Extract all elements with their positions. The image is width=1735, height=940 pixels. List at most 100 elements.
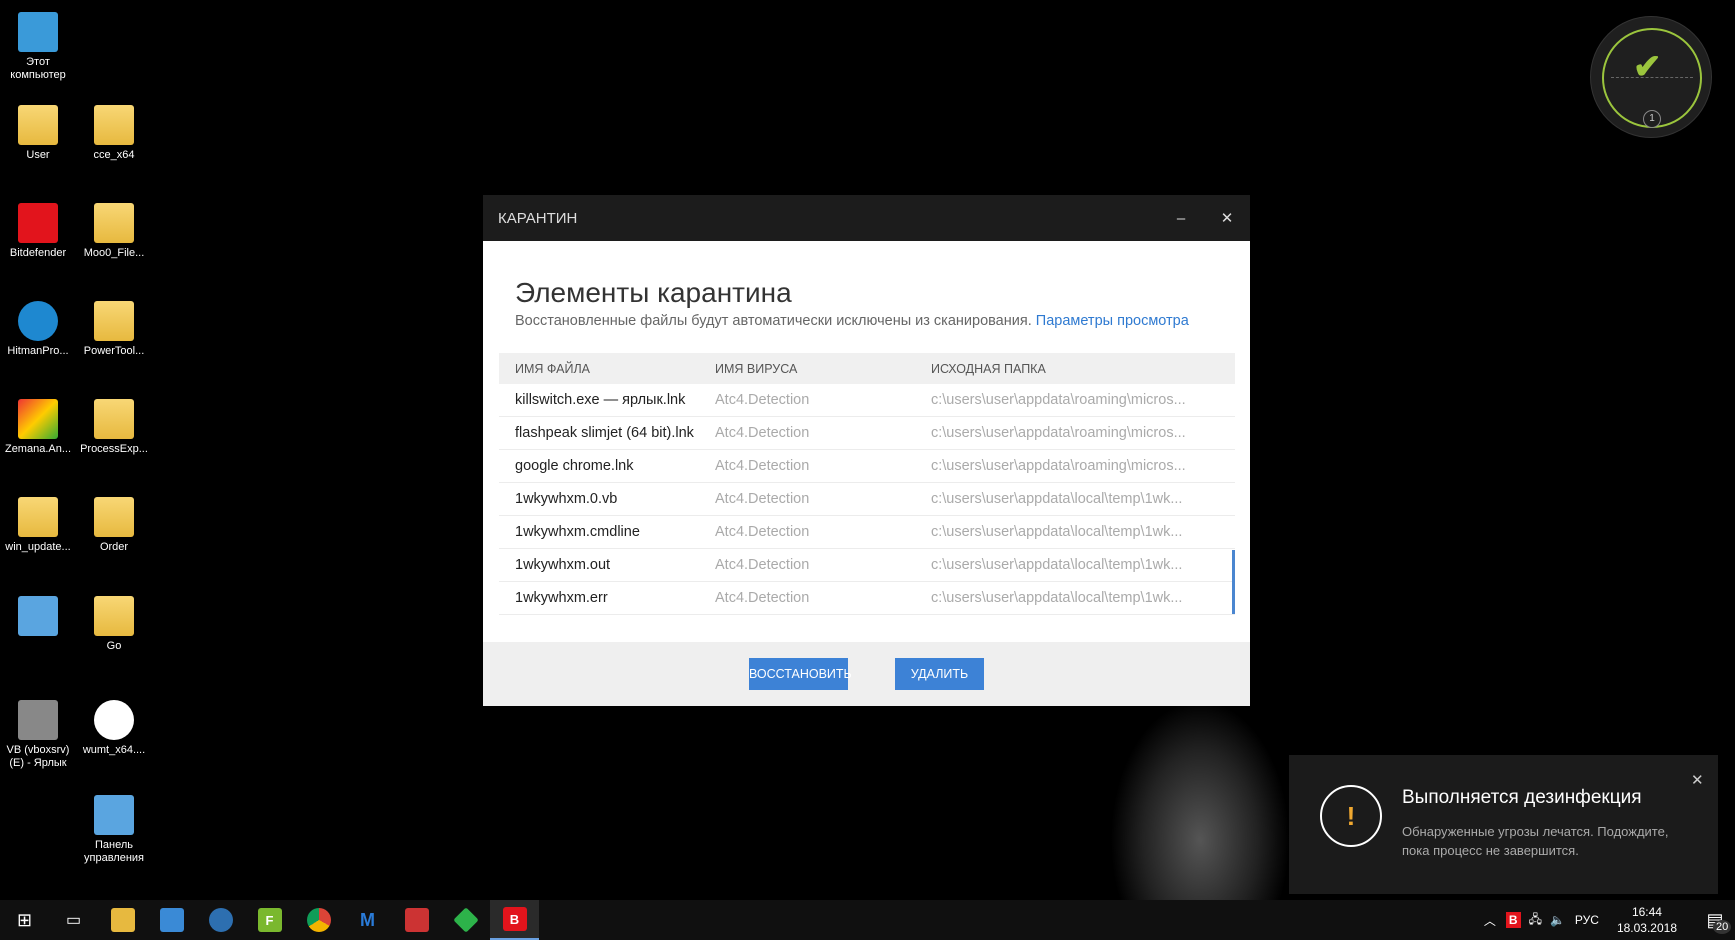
bitdefender-tray-icon[interactable]: B bbox=[1505, 912, 1521, 928]
table-row[interactable]: flashpeak slimjet (64 bit).lnk Atc4.Detec… bbox=[499, 417, 1235, 450]
globe-icon bbox=[208, 908, 233, 932]
desktop-icon[interactable]: wumt_x64.... bbox=[76, 700, 152, 757]
date: 18.03.2018 bbox=[1616, 921, 1677, 935]
desktop-icon[interactable]: Go bbox=[76, 596, 152, 653]
dialog-titlebar: КАРАНТИН – ✕ bbox=[483, 195, 1250, 241]
origin-folder-cell: c:\users\user\appdata\local\temp\1wk... bbox=[931, 590, 1183, 606]
toast-close-button[interactable]: ✕ bbox=[1691, 771, 1704, 789]
desktop-icon-label: wumt_x64.... bbox=[82, 744, 146, 756]
column-header-virus[interactable]: ИМЯ ВИРУСА bbox=[715, 362, 931, 376]
desktop-icon[interactable]: User bbox=[0, 105, 76, 162]
page-title: Элементы карантина bbox=[515, 277, 792, 308]
volume-icon[interactable]: 🔈 bbox=[1550, 913, 1565, 927]
scrollbar[interactable] bbox=[1232, 550, 1235, 614]
virus-name-cell: Atc4.Detection bbox=[715, 458, 810, 474]
table-row[interactable]: killswitch.exe — ярлык.lnk Atc4.Detection… bbox=[499, 384, 1235, 417]
filename-cell: 1wkywhxm.err bbox=[515, 590, 608, 606]
folder-icon bbox=[94, 105, 134, 145]
virus-name-cell: Atc4.Detection bbox=[715, 392, 810, 408]
network-icon[interactable]: 🖧 bbox=[1529, 910, 1542, 931]
taskbar: ⊞ ▭ F M B ︿ B 🖧 🔈 РУС 16:44 18.03.2018 ▤ 2… bbox=[0, 900, 1735, 940]
wumt-icon bbox=[94, 700, 134, 740]
pc-icon bbox=[18, 12, 58, 52]
desktop-icon[interactable] bbox=[0, 596, 76, 640]
table-row[interactable]: 1wkywhxm.out Atc4.Detection c:\users\user\… bbox=[499, 549, 1235, 582]
notification-toast[interactable]: ! Выполняется дезинфекция Обнаруженные у… bbox=[1289, 755, 1718, 894]
chrome-icon bbox=[306, 908, 331, 932]
clock[interactable]: 16:44 18.03.2018 bbox=[1617, 904, 1677, 936]
origin-folder-cell: c:\users\user\appdata\local\temp\1wk... bbox=[931, 557, 1183, 573]
dialog-title: КАРАНТИН bbox=[498, 209, 578, 227]
desktop-icon[interactable]: Order bbox=[76, 497, 152, 554]
start-button[interactable]: ⊞ bbox=[0, 900, 49, 940]
delete-button[interactable]: УДАЛИТЬ bbox=[895, 658, 984, 690]
filename-cell: 1wkywhxm.0.vb bbox=[515, 491, 618, 507]
action-center-button[interactable]: ▤ 20 bbox=[1695, 910, 1735, 934]
computer-icon bbox=[159, 908, 184, 932]
desktop-icon[interactable]: Moo0_File... bbox=[76, 203, 152, 260]
warning-icon: ! bbox=[1320, 785, 1382, 847]
origin-folder-cell: c:\users\user\appdata\roaming\micros... bbox=[931, 425, 1186, 441]
folder-icon bbox=[94, 497, 134, 537]
subtitle: Восстановленные файлы будут автоматическ… bbox=[515, 313, 1189, 329]
taskbar-malwarebytes[interactable]: M bbox=[343, 900, 392, 940]
event-count-badge: 1 bbox=[1643, 110, 1661, 128]
subtitle-text: Восстановленные файлы будут автоматическ… bbox=[515, 313, 1032, 329]
f-app-icon: F bbox=[257, 908, 282, 932]
desktop-icon[interactable]: HitmanPro... bbox=[0, 301, 76, 358]
desktop-icon-label: Go bbox=[106, 640, 122, 652]
taskbar-pc[interactable] bbox=[147, 900, 196, 940]
virus-name-cell: Atc4.Detection bbox=[715, 491, 810, 507]
diamond-icon bbox=[452, 907, 479, 933]
taskbar-chrome[interactable] bbox=[294, 900, 343, 940]
quarantine-table: ИМЯ ФАЙЛА ИМЯ ВИРУСА ИСХОДНАЯ ПАПКА kill… bbox=[499, 353, 1235, 615]
column-header-folder[interactable]: ИСХОДНАЯ ПАПКА bbox=[931, 362, 1235, 376]
folder-icon bbox=[94, 596, 134, 636]
language-indicator[interactable]: РУС bbox=[1575, 913, 1599, 927]
dialog-footer: ВОССТАНОВИТЬ УДАЛИТЬ bbox=[483, 642, 1250, 706]
desktop-icon[interactable]: Этот компьютер bbox=[0, 12, 76, 82]
task-view-button[interactable]: ▭ bbox=[49, 900, 98, 940]
close-button[interactable]: ✕ bbox=[1204, 209, 1250, 227]
taskbar-bitdefender[interactable]: B bbox=[490, 900, 539, 940]
desktop-icon-label: User bbox=[26, 149, 50, 161]
time: 16:44 bbox=[1631, 905, 1662, 919]
toast-title: Выполняется дезинфекция bbox=[1402, 787, 1642, 808]
desktop-icon-label: Панель управления bbox=[84, 839, 144, 864]
desktop-icon[interactable]: Zemana.An... bbox=[0, 399, 76, 456]
app-icon bbox=[404, 908, 429, 932]
table-row[interactable]: 1wkywhxm.cmdline Atc4.Detection c:\users\u… bbox=[499, 516, 1235, 549]
desktop-icon[interactable]: win_update... bbox=[0, 497, 76, 554]
quarantine-dialog: КАРАНТИН – ✕ Элементы карантина Восстано… bbox=[483, 195, 1250, 706]
desktop-icon[interactable]: Bitdefender bbox=[0, 203, 76, 260]
desktop-icon[interactable]: VB (vboxsrv) (E) - Ярлык bbox=[0, 700, 76, 770]
table-row[interactable]: 1wkywhxm.err Atc4.Detection c:\users\user\… bbox=[499, 582, 1235, 615]
column-header-filename[interactable]: ИМЯ ФАЙЛА bbox=[499, 362, 715, 376]
taskbar-app-red[interactable] bbox=[392, 900, 441, 940]
view-settings-link[interactable]: Параметры просмотра bbox=[1036, 313, 1189, 329]
minimize-button[interactable]: – bbox=[1158, 210, 1204, 227]
desktop-icon-label: Bitdefender bbox=[9, 247, 67, 259]
desktop-icon-label: HitmanPro... bbox=[7, 345, 69, 357]
desktop-icon[interactable]: cce_x64 bbox=[76, 105, 152, 162]
filename-cell: 1wkywhxm.out bbox=[515, 557, 611, 573]
table-row[interactable]: 1wkywhxm.0.vb Atc4.Detection c:\users\user… bbox=[499, 483, 1235, 516]
desktop-icon-label: Order bbox=[99, 541, 129, 553]
zemana-icon bbox=[18, 399, 58, 439]
folder-icon bbox=[94, 301, 134, 341]
taskbar-green-app[interactable] bbox=[441, 900, 490, 940]
taskbar-f-app[interactable]: F bbox=[245, 900, 294, 940]
folder-icon bbox=[18, 105, 58, 145]
windows-icon: ⊞ bbox=[16, 909, 33, 930]
taskbar-browser[interactable] bbox=[196, 900, 245, 940]
table-row[interactable]: google chrome.lnk Atc4.Detection c:\users\… bbox=[499, 450, 1235, 483]
show-hidden-icons[interactable]: ︿ bbox=[1484, 912, 1496, 929]
taskbar-explorer[interactable] bbox=[98, 900, 147, 940]
desktop-icon[interactable]: PowerTool... bbox=[76, 301, 152, 358]
bitdefender-status-widget[interactable]: ✔ 1 bbox=[1590, 16, 1712, 138]
filename-cell: 1wkywhxm.cmdline bbox=[515, 524, 640, 540]
desktop-icon[interactable]: ProcessExp... bbox=[76, 399, 152, 456]
desktop-icon-label: PowerTool... bbox=[83, 345, 145, 357]
desktop-icon[interactable]: Панель управления bbox=[76, 795, 152, 865]
restore-button[interactable]: ВОССТАНОВИТЬ bbox=[749, 658, 852, 690]
